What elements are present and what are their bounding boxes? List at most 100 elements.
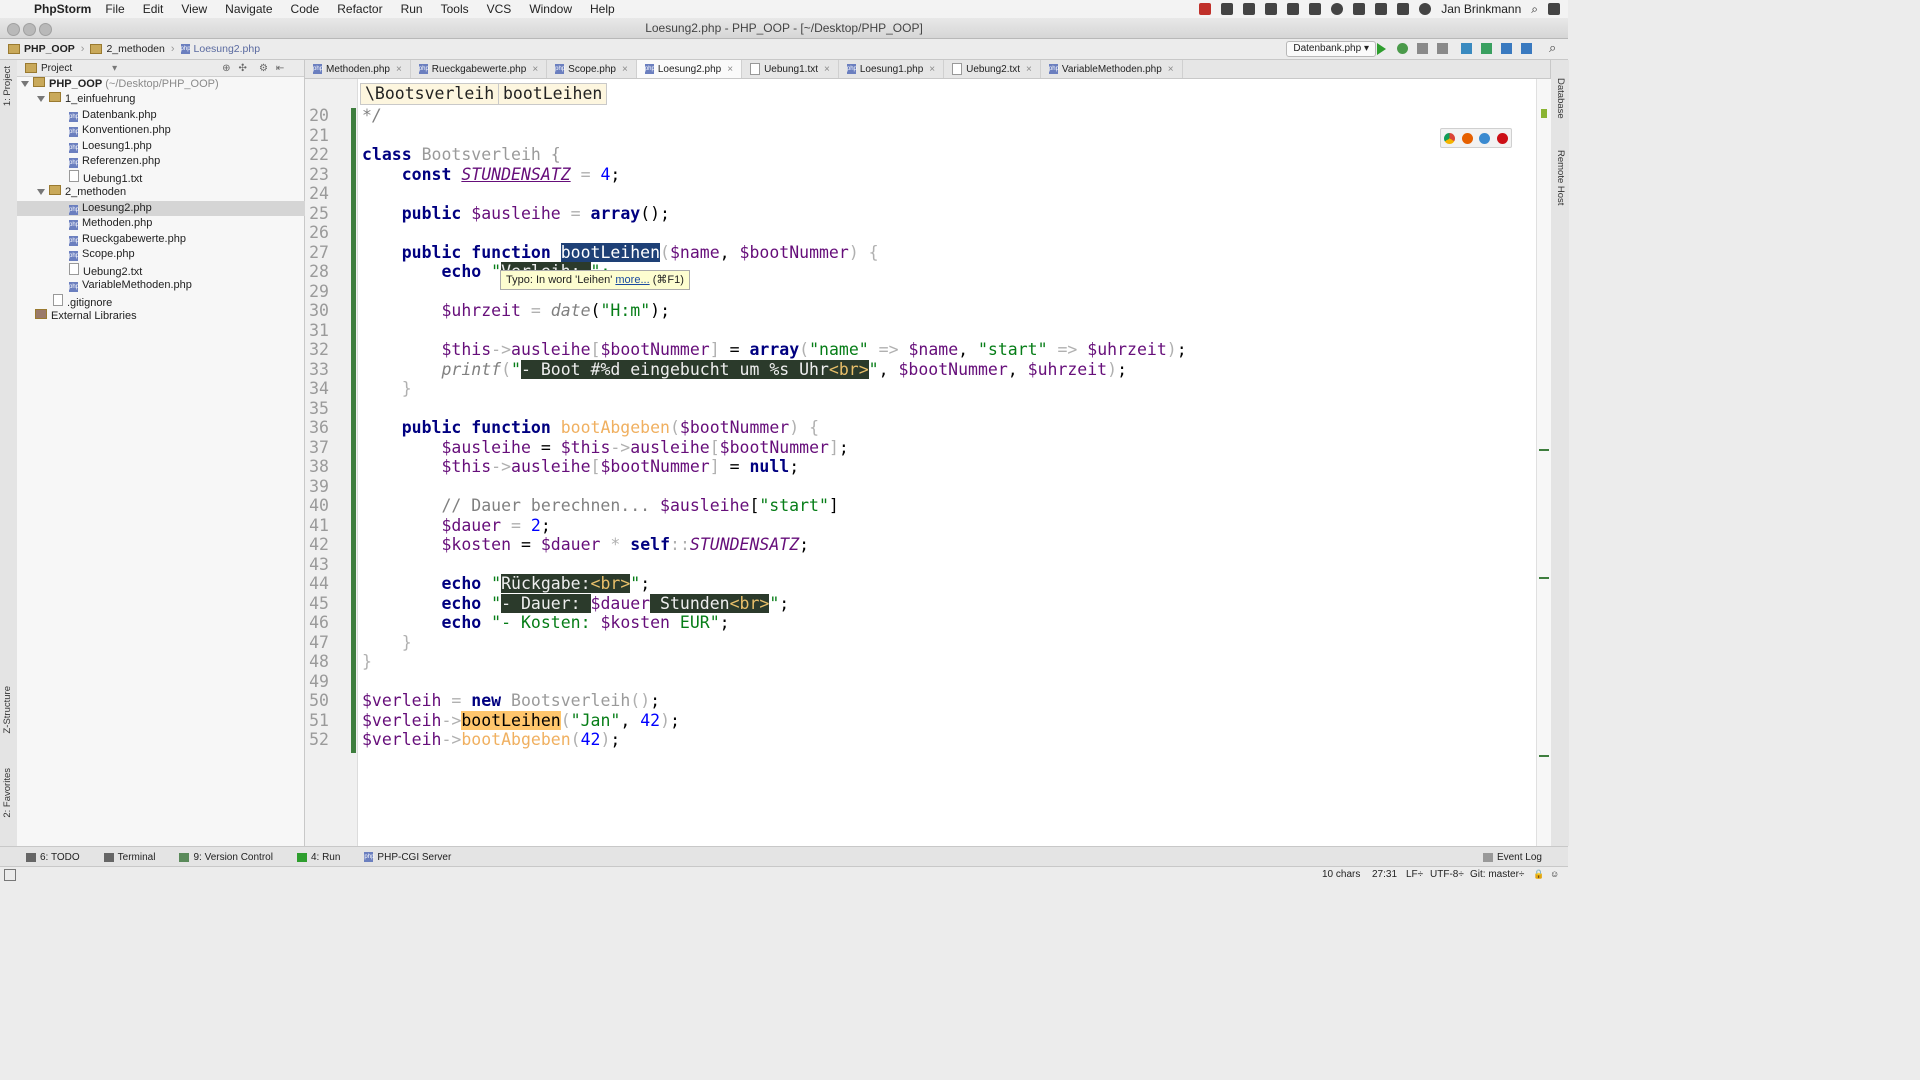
tree-folder-methoden[interactable]: 2_methoden: [17, 185, 324, 200]
menu-help[interactable]: Help: [590, 2, 615, 16]
collapse-all-icon[interactable]: ✣: [239, 63, 247, 74]
menu-file[interactable]: File: [105, 2, 124, 16]
close-tab-icon[interactable]: ×: [396, 64, 402, 75]
event-log-button[interactable]: Event Log: [1482, 852, 1542, 863]
notification-center-icon[interactable]: [1548, 3, 1560, 15]
menu-run[interactable]: Run: [401, 2, 423, 16]
chrome-icon[interactable]: [1444, 132, 1456, 144]
terminal-tool-button[interactable]: Terminal: [103, 852, 155, 863]
debug-icon[interactable]: [1397, 43, 1408, 54]
editor-scrollbar[interactable]: [1536, 79, 1551, 846]
tab-variablemethoden[interactable]: php VariableMethoden.php ×: [1041, 60, 1183, 78]
menu-window[interactable]: Window: [529, 2, 572, 16]
search-everywhere-icon[interactable]: ⌕: [1549, 40, 1560, 55]
safari-icon[interactable]: [1479, 132, 1491, 144]
code-editor[interactable]: */ class Bootsverleih { const STUNDENSAT…: [358, 79, 1536, 846]
close-tab-icon[interactable]: ×: [727, 64, 733, 75]
settings-gear-icon[interactable]: ⚙: [259, 63, 268, 74]
opera-icon[interactable]: [1496, 132, 1508, 144]
expand-icon[interactable]: [37, 96, 45, 103]
zoom-window-icon[interactable]: [39, 23, 52, 36]
inspection-status-icon[interactable]: [1541, 109, 1547, 118]
tab-methoden[interactable]: php Methoden.php ×: [305, 60, 411, 78]
view-dropdown-icon[interactable]: ▾: [112, 63, 117, 74]
breadcrumb-project[interactable]: PHP_OOP: [4, 43, 79, 55]
vcs-update-icon[interactable]: [1461, 43, 1472, 54]
user-name[interactable]: Jan Brinkmann: [1441, 2, 1521, 16]
editor-breadcrumb-method[interactable]: bootLeihen: [498, 83, 608, 105]
expand-icon[interactable]: [37, 189, 45, 196]
hide-panel-icon[interactable]: ⇤: [276, 63, 284, 74]
tab-loesung1[interactable]: php Loesung1.php ×: [839, 60, 945, 78]
tab-remote-host-tool[interactable]: Remote Host: [1555, 150, 1566, 205]
tree-root[interactable]: PHP_OOP (~/Desktop/PHP_OOP): [17, 77, 308, 92]
scroll-from-source-icon[interactable]: ⊕: [222, 63, 230, 74]
app-menu-phpstorm[interactable]: PhpStorm: [34, 2, 91, 16]
firefox-icon[interactable]: [1461, 132, 1473, 144]
time-machine-icon[interactable]: [1419, 3, 1432, 15]
change-marker[interactable]: [1539, 449, 1549, 451]
vcs-compare-icon[interactable]: [1501, 43, 1512, 54]
menu-code[interactable]: Code: [291, 2, 320, 16]
project-view-selector[interactable]: Project: [41, 63, 72, 74]
menu-view[interactable]: View: [181, 2, 207, 16]
menu-refactor[interactable]: Refactor: [337, 2, 382, 16]
tab-uebung2[interactable]: Uebung2.txt ×: [944, 60, 1041, 78]
spotlight-icon[interactable]: ⌕: [1531, 2, 1538, 17]
change-marker[interactable]: [1539, 577, 1549, 579]
php-cgi-server-button[interactable]: php PHP-CGI Server: [364, 852, 451, 863]
run-configuration-dropdown[interactable]: Datenbank.php ▾: [1286, 41, 1376, 57]
caret-position[interactable]: 27:31: [1372, 869, 1397, 880]
tab-scope[interactable]: php Scope.php ×: [547, 60, 637, 78]
tab-project-tool[interactable]: 1: Project: [2, 66, 13, 106]
close-tab-icon[interactable]: ×: [622, 64, 628, 75]
tab-structure-tool[interactable]: Z-Structure: [2, 686, 13, 734]
drive-icon[interactable]: [1265, 3, 1278, 15]
dropbox-icon[interactable]: [1221, 3, 1234, 15]
close-tab-icon[interactable]: ×: [532, 64, 538, 75]
tree-external-libraries[interactable]: External Libraries: [17, 309, 322, 324]
timer-icon[interactable]: [1331, 3, 1344, 15]
status-app-icon[interactable]: [1199, 3, 1212, 15]
run-tool-button[interactable]: 4: Run: [296, 852, 340, 863]
close-tab-icon[interactable]: ×: [1026, 64, 1032, 75]
tab-rueckgabewerte[interactable]: php Rueckgabewerte.php ×: [411, 60, 548, 78]
close-tab-icon[interactable]: ×: [824, 64, 830, 75]
editor-breadcrumb-class[interactable]: \Bootsverleih: [360, 83, 500, 105]
lock-icon[interactable]: 🔒: [1533, 869, 1544, 880]
menu-navigate[interactable]: Navigate: [225, 2, 272, 16]
run-icon[interactable]: [1377, 43, 1386, 55]
todo-tool-button[interactable]: 6: TODO: [26, 852, 80, 863]
bluetooth-icon[interactable]: [1397, 3, 1410, 15]
menu-vcs[interactable]: VCS: [487, 2, 512, 16]
plugin-icon[interactable]: [1243, 3, 1256, 15]
coverage-icon[interactable]: [1417, 43, 1428, 54]
tree-folder-einfuehrung[interactable]: 1_einfuehrung: [17, 92, 324, 107]
tab-favorites-tool[interactable]: 2: Favorites: [2, 768, 13, 818]
mirror-icon[interactable]: [1353, 3, 1366, 15]
line-separator[interactable]: LF÷: [1406, 869, 1423, 880]
menu-tools[interactable]: Tools: [441, 2, 469, 16]
file-encoding[interactable]: UTF-8÷: [1430, 869, 1464, 880]
clipboard-icon[interactable]: [1287, 3, 1300, 15]
change-marker[interactable]: [1539, 755, 1549, 757]
volume-icon[interactable]: [1375, 3, 1388, 15]
close-window-icon[interactable]: [7, 23, 20, 36]
tooltip-more-link[interactable]: more...: [615, 274, 649, 286]
breadcrumb-folder[interactable]: 2_methoden: [86, 43, 168, 55]
vcs-change-marker[interactable]: [351, 108, 356, 753]
tab-loesung2[interactable]: php Loesung2.php ×: [636, 60, 743, 78]
tool-windows-toggle-icon[interactable]: [4, 869, 16, 881]
vcs-commit-icon[interactable]: [1481, 43, 1492, 54]
menu-edit[interactable]: Edit: [143, 2, 164, 16]
git-branch[interactable]: Git: master÷: [1470, 869, 1524, 880]
close-tab-icon[interactable]: ×: [929, 64, 935, 75]
tab-uebung1[interactable]: Uebung1.txt ×: [742, 60, 839, 78]
expand-icon[interactable]: [21, 81, 29, 88]
version-control-tool-button[interactable]: 9: Version Control: [179, 852, 273, 863]
tree-file-gitignore[interactable]: .gitignore: [17, 294, 340, 309]
close-tab-icon[interactable]: ×: [1168, 64, 1174, 75]
vcs-revert-icon[interactable]: [1521, 43, 1532, 54]
profile-icon[interactable]: [1437, 43, 1448, 54]
evernote-icon[interactable]: [1309, 3, 1322, 15]
